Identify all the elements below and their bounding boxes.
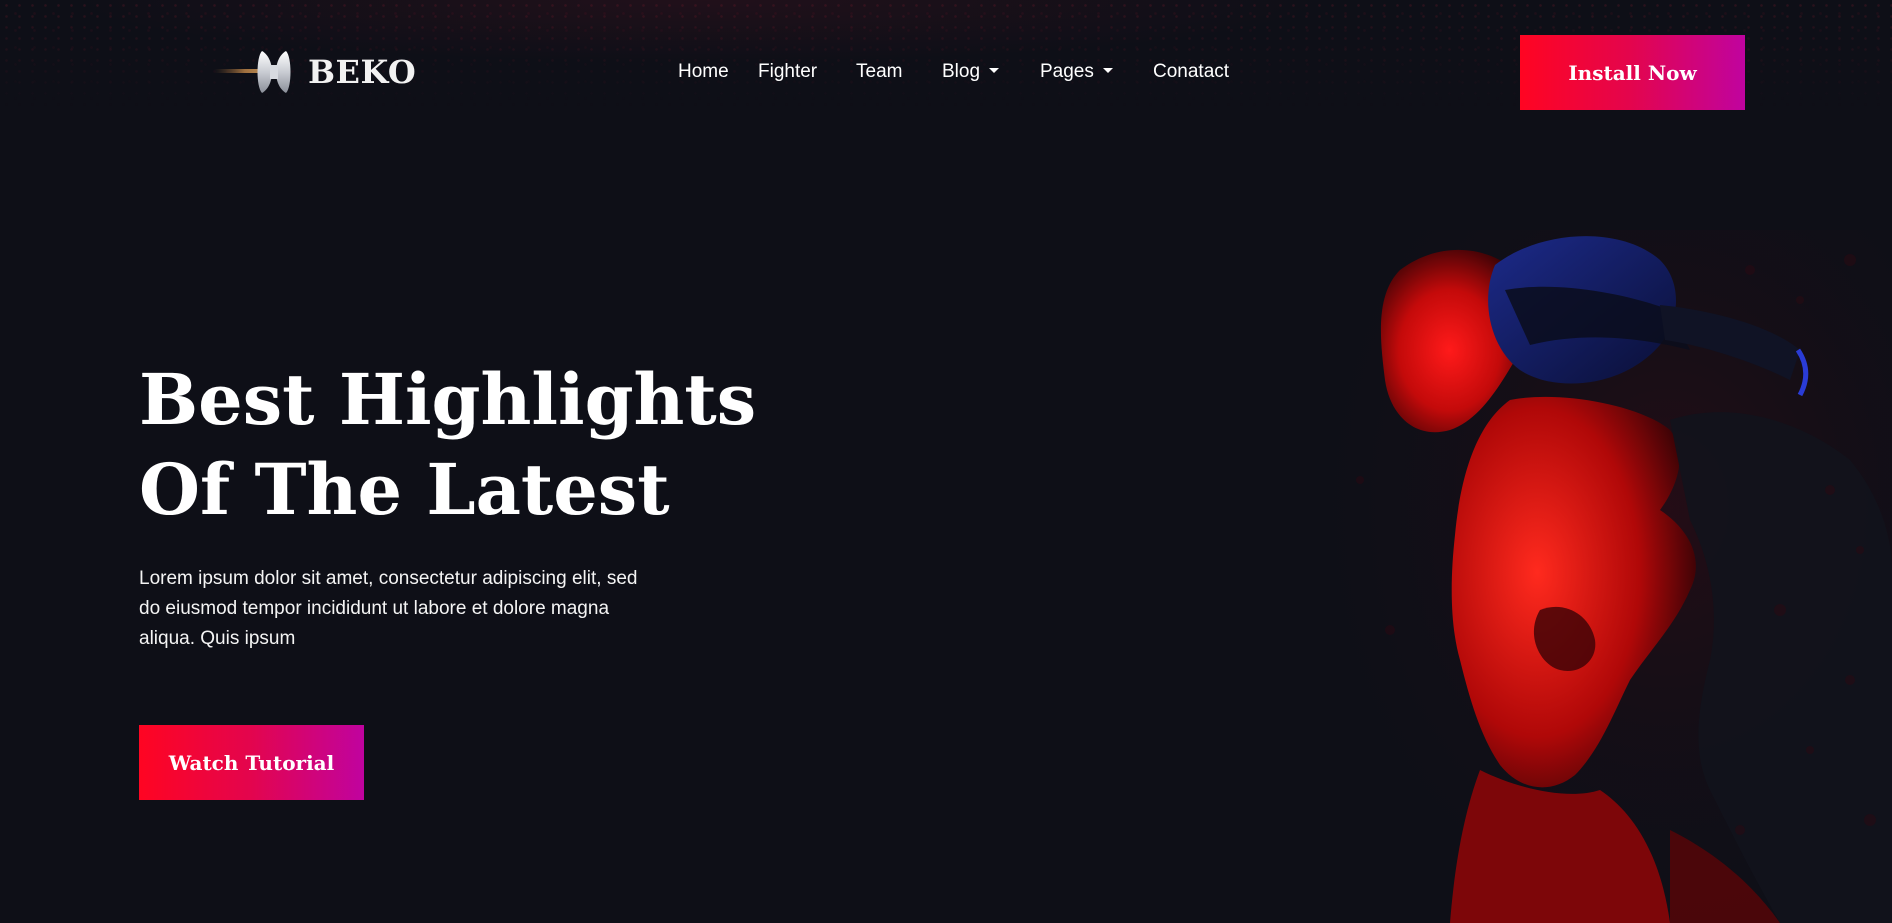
hero-title: Best Highlights Of The Latest bbox=[139, 355, 839, 535]
install-now-button[interactable]: Install Now bbox=[1520, 35, 1745, 110]
chevron-down-icon bbox=[1102, 68, 1113, 73]
vr-headset-gamer-illustration bbox=[1330, 230, 1892, 923]
nav-item-home[interactable]: Home bbox=[678, 58, 729, 86]
brand-name: BEKO bbox=[308, 53, 417, 91]
brand-logo[interactable]: BEKO bbox=[214, 47, 416, 97]
hero-description: Lorem ipsum dolor sit amet, consectetur … bbox=[139, 568, 638, 649]
nav-item-fighter[interactable]: Fighter bbox=[758, 58, 817, 86]
nav-item-pages-label: Pages bbox=[1040, 61, 1094, 82]
hero-title-line-1: Best Highlights bbox=[139, 358, 757, 441]
nav-item-pages[interactable]: Pages bbox=[1040, 58, 1113, 86]
landing-page: BEKO Home Fighter Team Blog Pages Conata… bbox=[0, 0, 1892, 923]
nav-item-contact[interactable]: Conatact bbox=[1153, 58, 1229, 86]
watch-tutorial-button[interactable]: Watch Tutorial bbox=[139, 725, 364, 800]
nav-item-blog-label: Blog bbox=[942, 61, 981, 82]
nav-item-team[interactable]: Team bbox=[856, 58, 902, 86]
chevron-down-icon bbox=[989, 68, 1000, 73]
nav-item-blog[interactable]: Blog bbox=[942, 58, 1000, 86]
axe-logo-icon bbox=[214, 47, 304, 97]
hero-title-line-2: Of The Latest bbox=[139, 448, 670, 531]
